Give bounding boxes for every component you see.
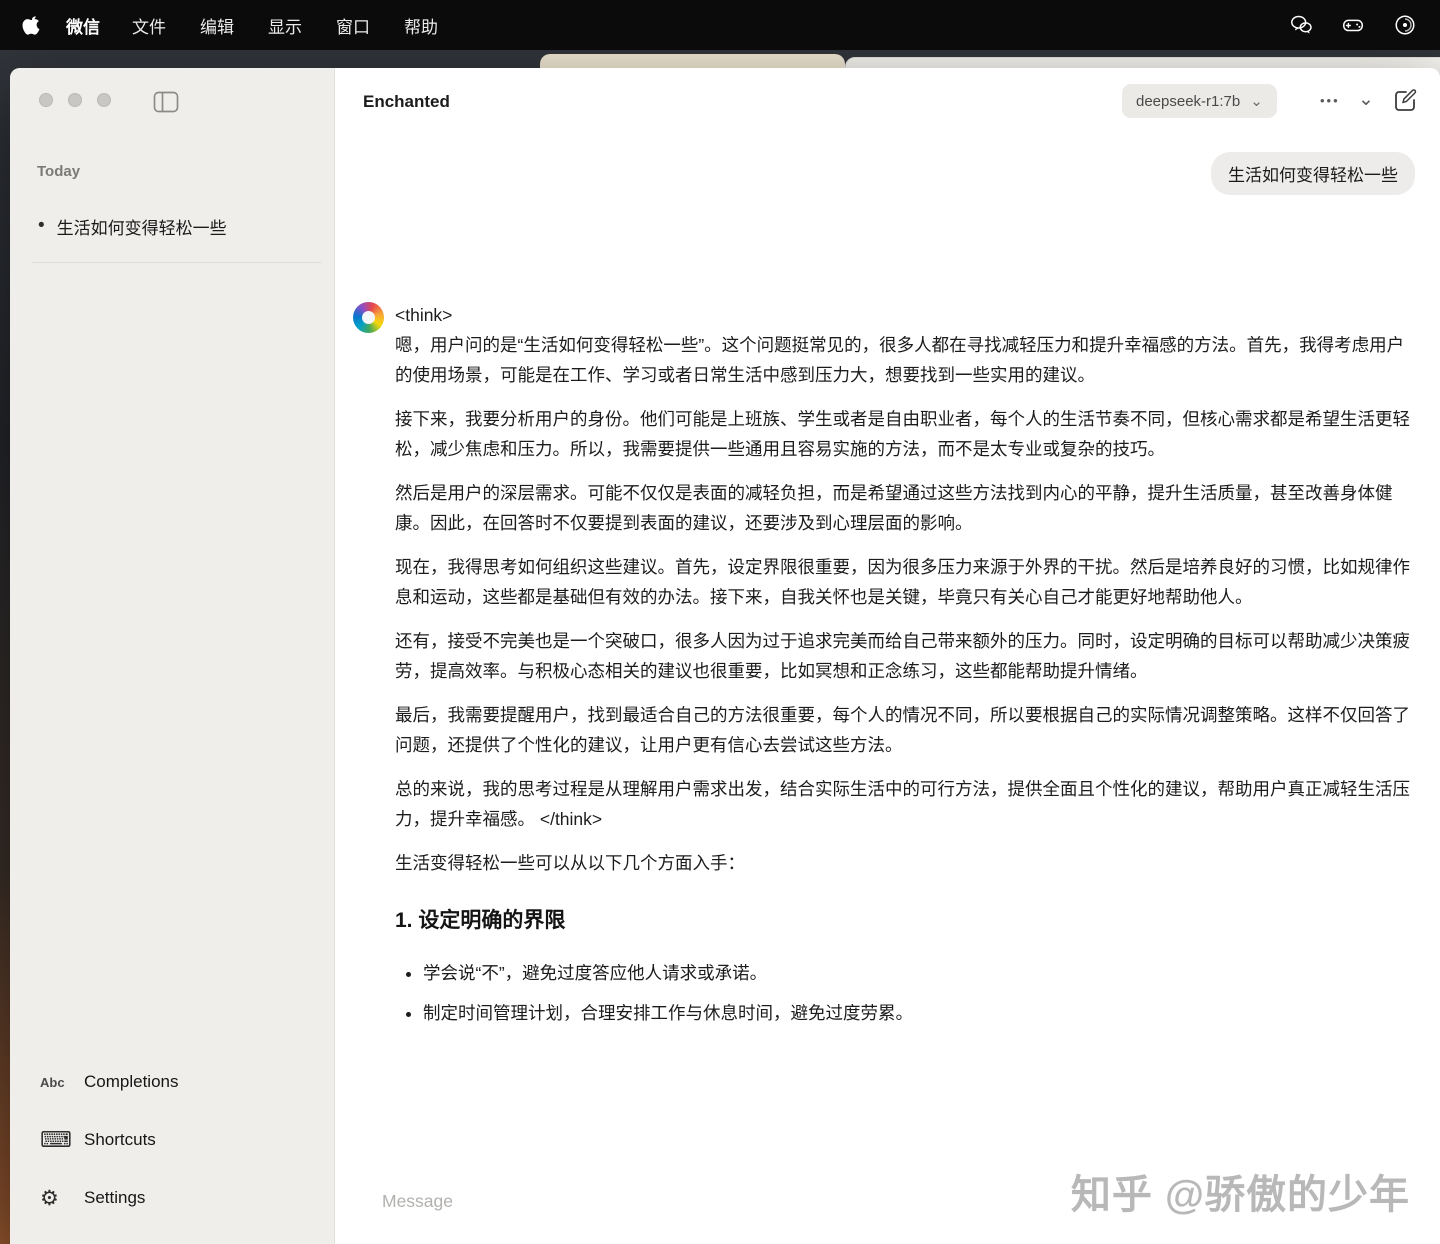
sidebar-item-settings[interactable]: ⚙ Settings [40,1183,320,1213]
chevron-down-icon: ⌄ [1250,92,1263,110]
assistant-bullet-list: 学会说“不”，避免过度答应他人请求或承诺。 制定时间管理计划，合理安排工作与休息… [395,958,1410,1028]
assistant-paragraph: 接下来，我要分析用户的身份。他们可能是上班族、学生或者是自由职业者，每个人的生活… [395,409,1410,459]
page-title: Enchanted [363,92,450,111]
sidebar-toggle-icon[interactable] [153,91,179,113]
menubar: 微信 文件 编辑 显示 窗口 帮助 [0,0,1440,50]
gear-icon: ⚙ [40,1186,59,1210]
keyboard-icon: ⌨ [40,1127,72,1152]
shortcuts-label: Shortcuts [84,1130,156,1149]
new-chat-button[interactable] [1392,87,1419,114]
think-open-tag: <think> [395,305,453,325]
window-close-button[interactable] [39,93,53,107]
enchanted-window: Today 生活如何变得轻松一些 Abc Completions ⌨ Short… [10,68,1440,1244]
wechat-menubar-icon[interactable] [1288,12,1314,38]
assistant-paragraph: 还有，接受不完美也是一个突破口，很多人因为过于追求完美而给自己带来额外的压力。同… [395,631,1410,681]
sidebar-divider [32,262,321,263]
menubar-status-area [1288,12,1418,38]
sidebar-item-completions[interactable]: Abc Completions [40,1067,320,1097]
list-item: 学会说“不”，避免过度答应他人请求或承诺。 [423,958,1410,988]
menubar-left: 微信 文件 编辑 显示 窗口 帮助 [22,13,472,38]
message-input[interactable] [382,1191,1062,1212]
conversation-list-item[interactable]: 生活如何变得轻松一些 [32,208,320,244]
user-message-text: 生活如何变得轻松一些 [1228,166,1398,185]
apple-logo-icon[interactable] [22,15,42,35]
game-controller-menubar-icon[interactable] [1340,12,1366,38]
watermark: 知乎 @骄傲的少年 [1070,1173,1410,1217]
control-center-menubar-icon[interactable] [1392,12,1418,38]
model-selector[interactable]: deepseek-r1:7b ⌄ [1122,84,1277,118]
model-name: deepseek-r1:7b [1136,92,1241,110]
collapse-chevron-icon[interactable]: ⌄ [1358,88,1374,111]
assistant-section-heading: 1. 设定明确的界限 [395,909,566,932]
desktop: { "menubar": { "app_name": "微信", "menus"… [0,0,1440,1244]
menu-edit[interactable]: 编辑 [200,13,234,38]
list-item: 制定时间管理计划，合理安排工作与休息时间，避免过度劳累。 [423,998,1410,1028]
conversation-title: 生活如何变得轻松一些 [56,218,227,238]
sidebar-section-label: Today [37,163,81,180]
more-options-button[interactable]: ••• [1320,93,1340,108]
menu-window[interactable]: 窗口 [336,13,370,38]
settings-label: Settings [84,1188,146,1207]
assistant-avatar [353,302,384,333]
completions-label: Completions [84,1072,179,1091]
sidebar-item-shortcuts[interactable]: ⌨ Shortcuts [40,1125,320,1155]
assistant-paragraph: 总的来说，我的思考过程是从理解用户需求出发，结合实际生活中的可行方法，提供全面且… [395,779,1410,829]
menu-view[interactable]: 显示 [268,13,302,38]
window-minimize-button[interactable] [68,93,82,107]
menu-file[interactable]: 文件 [132,13,166,38]
abc-icon: Abc [40,1074,65,1090]
menu-help[interactable]: 帮助 [404,13,438,38]
assistant-outro: 生活变得轻松一些可以从以下几个方面入手： [395,853,745,873]
assistant-message: <think> 嗯，用户问的是“生活如何变得轻松一些”。这个问题挺常见的，很多人… [395,300,1410,1038]
chat-pane: Enchanted deepseek-r1:7b ⌄ ••• ⌄ 生活如何变得轻… [336,68,1440,1244]
assistant-paragraph: 最后，我需要提醒用户，找到最适合自己的方法很重要，每个人的情况不同，所以要根据自… [395,705,1410,755]
assistant-paragraph: 然后是用户的深层需求。可能不仅仅是表面的减轻负担，而是希望通过这些方法找到内心的… [395,483,1393,533]
assistant-paragraph: 现在，我得思考如何组织这些建议。首先，设定界限很重要，因为很多压力来源于外界的干… [395,557,1410,607]
window-zoom-button[interactable] [97,93,111,107]
user-message-bubble: 生活如何变得轻松一些 [1211,152,1415,195]
menubar-app-name[interactable]: 微信 [66,13,100,38]
assistant-paragraph: 嗯，用户问的是“生活如何变得轻松一些”。这个问题挺常见的，很多人都在寻找减轻压力… [395,335,1405,385]
sidebar: Today 生活如何变得轻松一些 Abc Completions ⌨ Short… [10,68,335,1244]
